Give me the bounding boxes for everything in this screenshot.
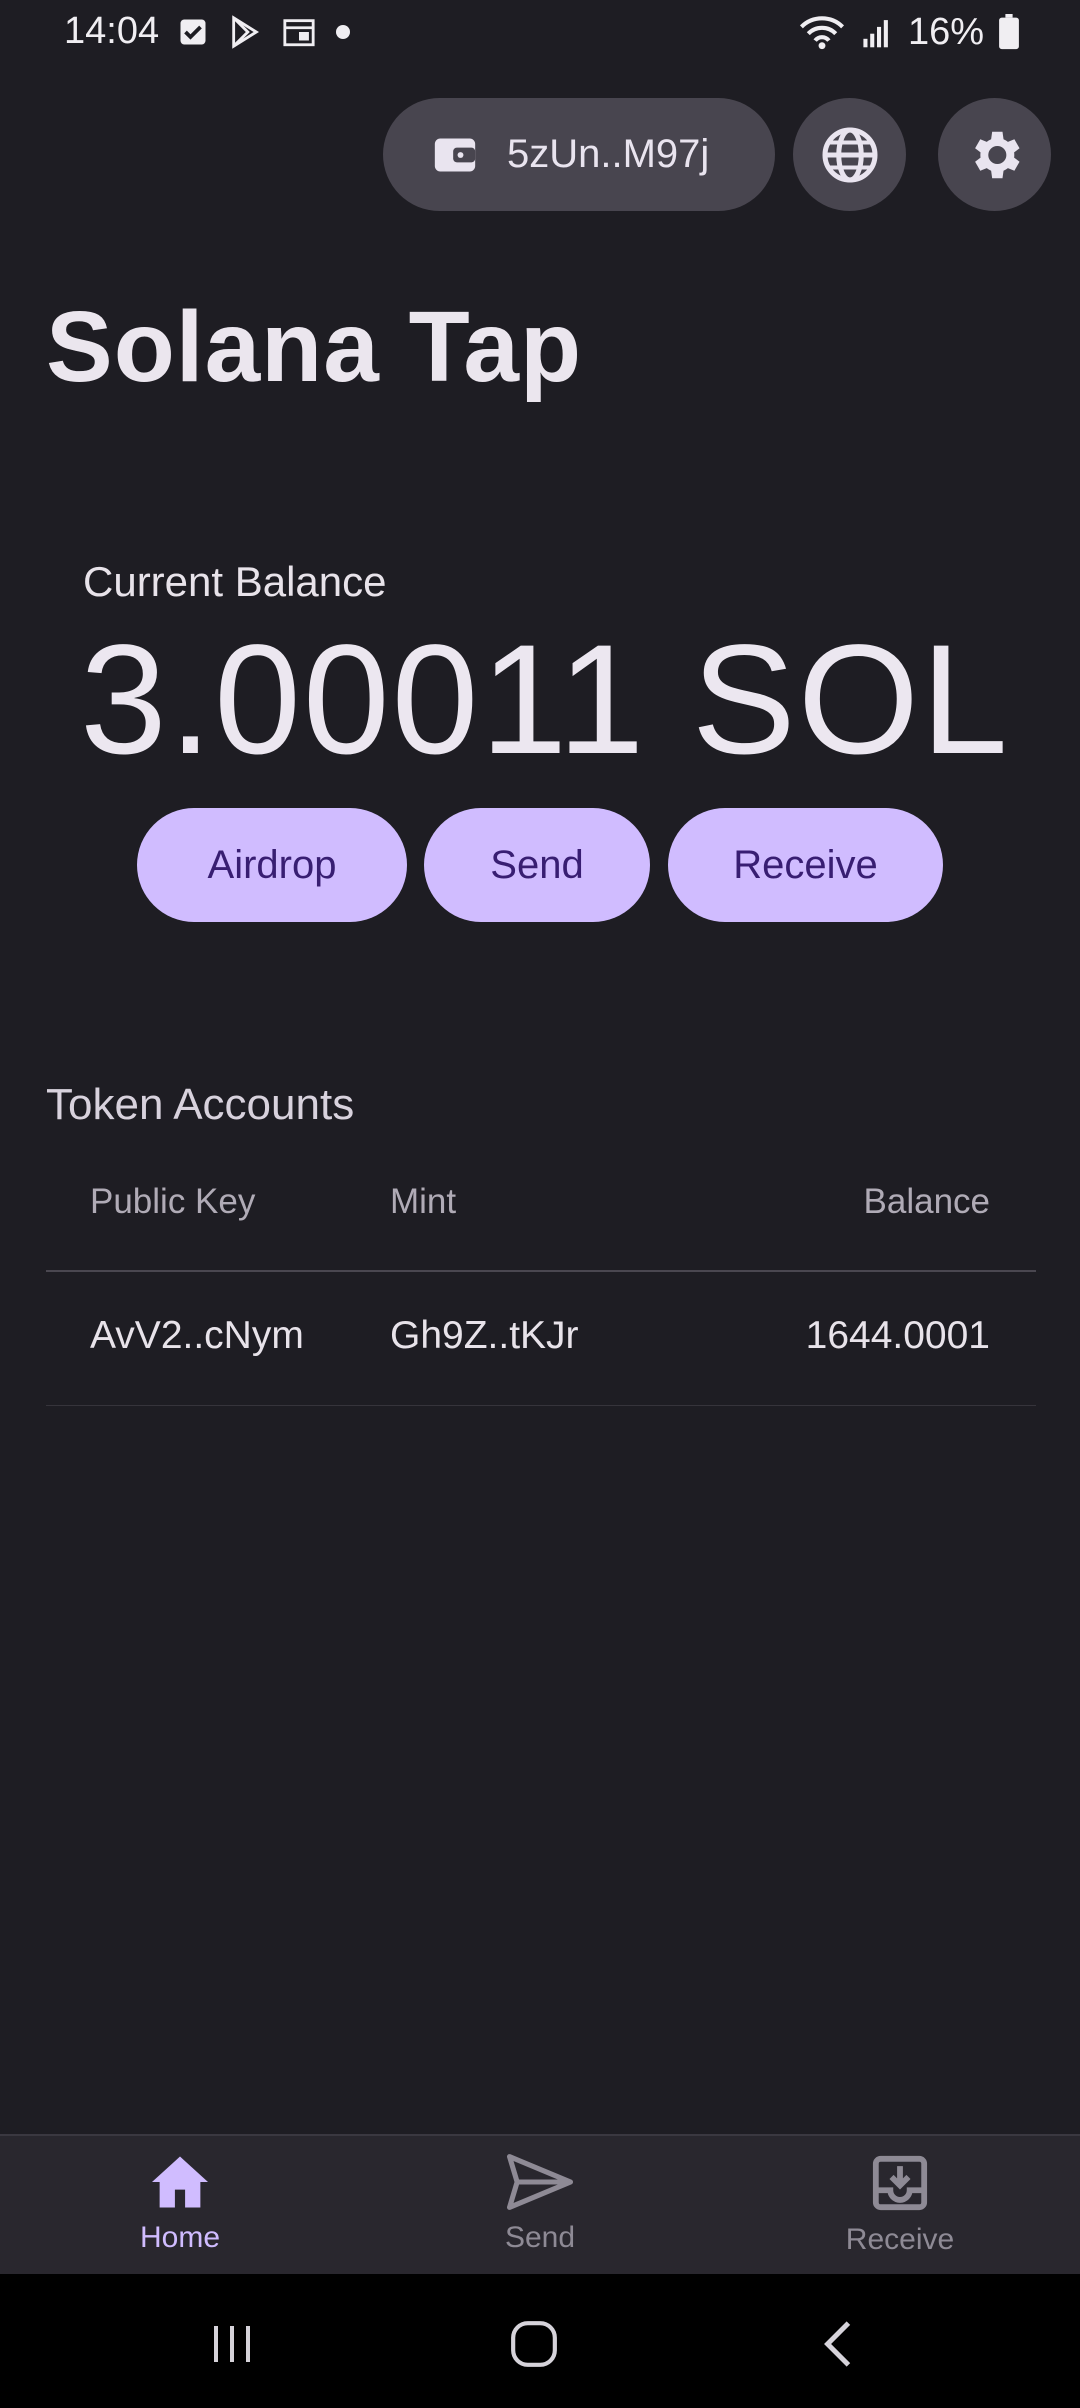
gear-icon [974, 131, 1020, 178]
back-icon [824, 2321, 851, 2367]
token-accounts-table: Public Key Mint Balance AvV2..cNym Gh9Z.… [46, 1160, 1036, 1406]
airdrop-button[interactable]: Airdrop [137, 808, 407, 922]
calendar-icon [283, 19, 315, 47]
wifi-icon [799, 16, 844, 50]
column-header-public-key[interactable]: Public Key [90, 1182, 255, 1222]
battery-icon [999, 14, 1019, 50]
recents-icon [214, 2326, 250, 2362]
nav-item-receive[interactable]: Receive [800, 2154, 1000, 2257]
token-accounts-title: Token Accounts [46, 1080, 355, 1129]
row-public-key: AvV2..cNym [90, 1314, 304, 1357]
status-system-icons: 16% [798, 10, 1020, 54]
status-notification-icons [178, 14, 350, 50]
settings-button[interactable] [938, 98, 1051, 211]
wallet-icon [434, 138, 476, 171]
row-balance: 1644.0001 [805, 1314, 990, 1357]
bottom-navigation: Home Send Receive [0, 2134, 1080, 2274]
home-circle-icon [511, 2321, 557, 2367]
recents-button[interactable] [202, 2314, 262, 2374]
nav-label-send: Send [504, 2221, 576, 2254]
network-button[interactable] [793, 98, 906, 211]
table-header: Public Key Mint Balance [46, 1160, 1036, 1272]
checkbox-icon [180, 19, 206, 45]
row-mint: Gh9Z..tKJr [390, 1314, 579, 1357]
status-bar: 14:04 16% [0, 0, 1080, 64]
play-store-icon [232, 15, 260, 49]
back-button[interactable] [808, 2314, 868, 2374]
wallet-address: 5zUn..M97j [507, 132, 710, 176]
home-icon [152, 2156, 208, 2208]
wallet-address-button[interactable]: 5zUn..M97j [383, 98, 775, 211]
balance-value: 3.00011 SOL [80, 613, 1010, 787]
column-header-mint[interactable]: Mint [390, 1182, 456, 1222]
receive-button[interactable]: Receive [668, 808, 943, 922]
column-header-balance[interactable]: Balance [864, 1182, 990, 1222]
nav-item-send[interactable]: Send [440, 2154, 640, 2255]
send-icon [507, 2154, 573, 2210]
download-icon [872, 2155, 928, 2211]
nav-label-home: Home [139, 2221, 221, 2254]
nav-item-home[interactable]: Home [80, 2154, 280, 2255]
screen: 14:04 16% 5zUn..M97j Solana Tap Current … [0, 0, 1080, 2408]
globe-icon [822, 127, 877, 182]
nav-label-receive: Receive [845, 2223, 955, 2256]
balance-label: Current Balance [83, 558, 387, 605]
system-navigation-bar [0, 2274, 1080, 2408]
table-row[interactable]: AvV2..cNym Gh9Z..tKJr 1644.0001 [46, 1272, 1036, 1406]
battery-percent: 16% [907, 10, 984, 53]
status-time: 14:04 [64, 10, 160, 52]
page-title: Solana Tap [46, 291, 583, 403]
signal-icon [863, 20, 888, 48]
dot-icon [336, 25, 350, 39]
send-button[interactable]: Send [424, 808, 650, 922]
home-system-button[interactable] [504, 2314, 564, 2374]
